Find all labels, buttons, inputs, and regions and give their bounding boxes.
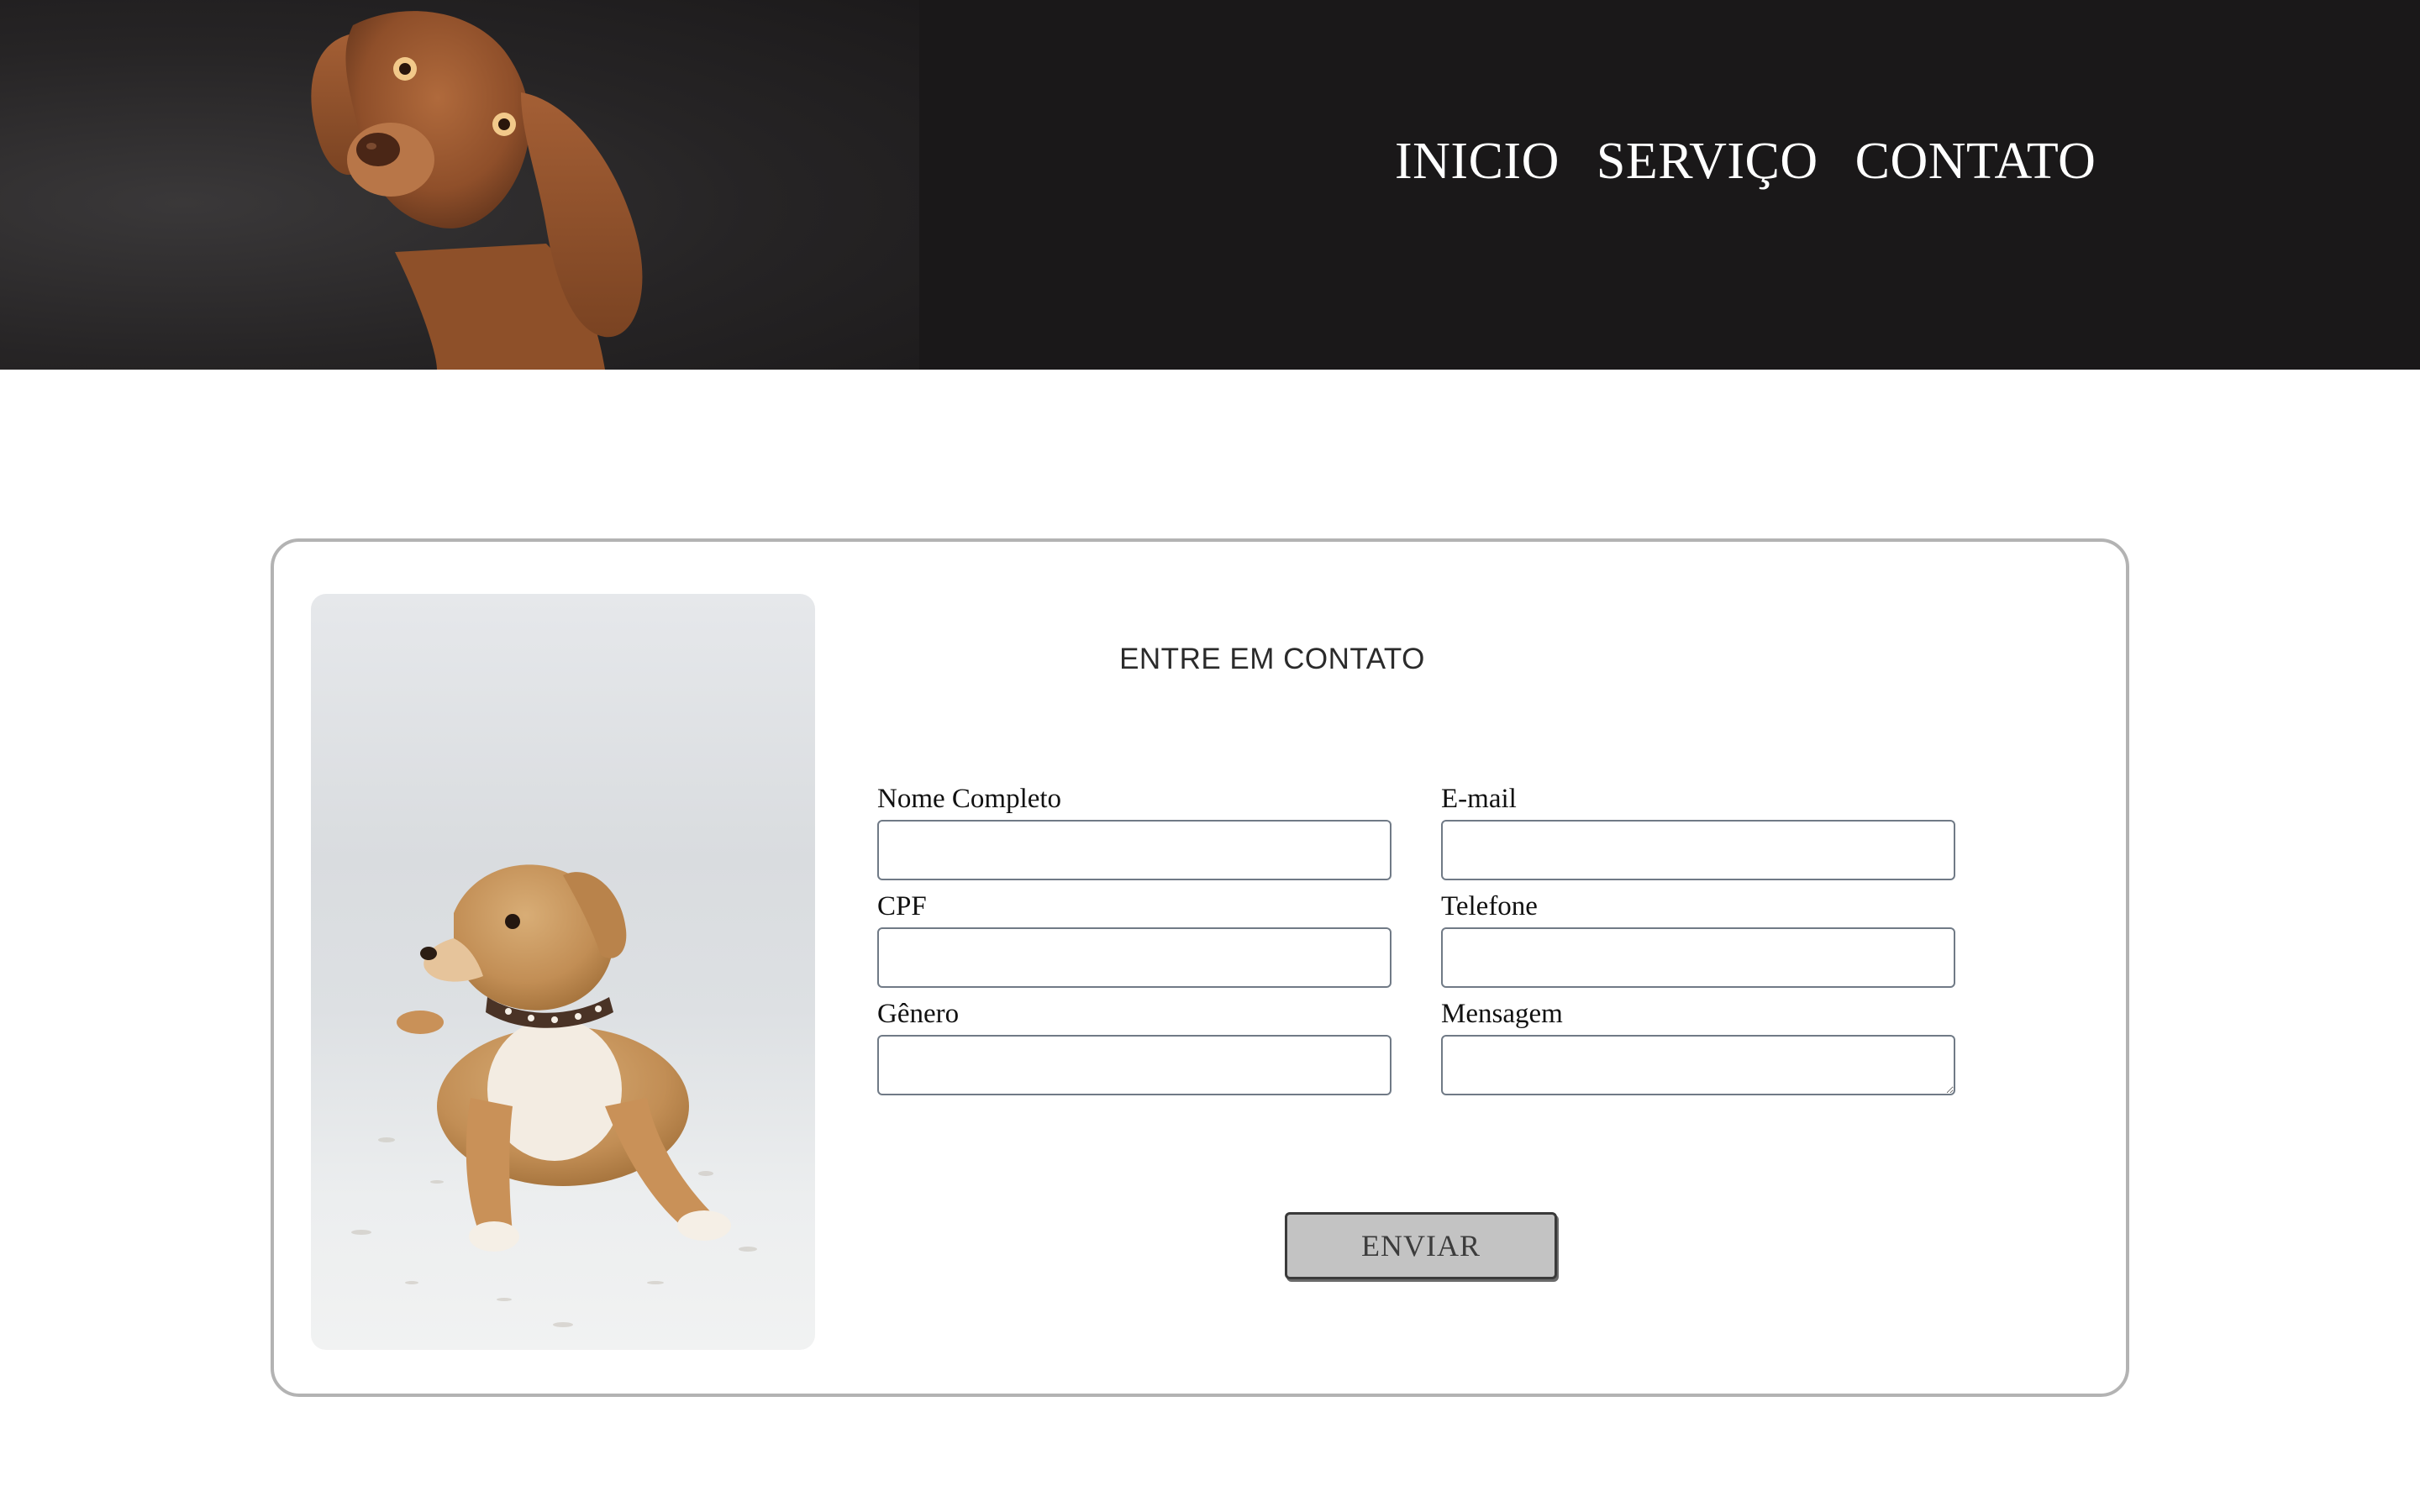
email-field[interactable] [1441,820,1955,880]
dog-portrait-illustration [311,11,643,370]
header-dog-photo [0,0,919,370]
name-field[interactable] [877,820,1392,880]
contact-title: ENTRE EM CONTATO [1119,643,1425,675]
gender-field[interactable] [877,1035,1392,1095]
phone-label: Telefone [1441,891,1538,921]
site-header: INICIO SERVIÇO CONTATO [0,0,2420,370]
message-field[interactable] [1441,1035,1955,1095]
small-dog-illustration [351,864,757,1327]
contact-card: ENTRE EM CONTATO Nome Completo E-mail CP… [271,538,2129,1397]
cpf-field[interactable] [877,927,1392,988]
name-label: Nome Completo [877,784,1062,814]
message-label: Mensagem [1441,999,1563,1029]
gender-label: Gênero [877,999,960,1029]
main-nav: INICIO SERVIÇO CONTATO [1395,128,2096,195]
nav-link-inicio[interactable]: INICIO [1395,128,1560,195]
nav-link-contato[interactable]: CONTATO [1855,128,2096,195]
submit-button[interactable]: ENVIAR [1285,1212,1557,1279]
contact-dog-photo [311,594,815,1350]
cpf-label: CPF [877,891,927,921]
phone-field[interactable] [1441,927,1955,988]
nav-link-servico[interactable]: SERVIÇO [1597,128,1818,195]
email-label: E-mail [1441,784,1517,814]
